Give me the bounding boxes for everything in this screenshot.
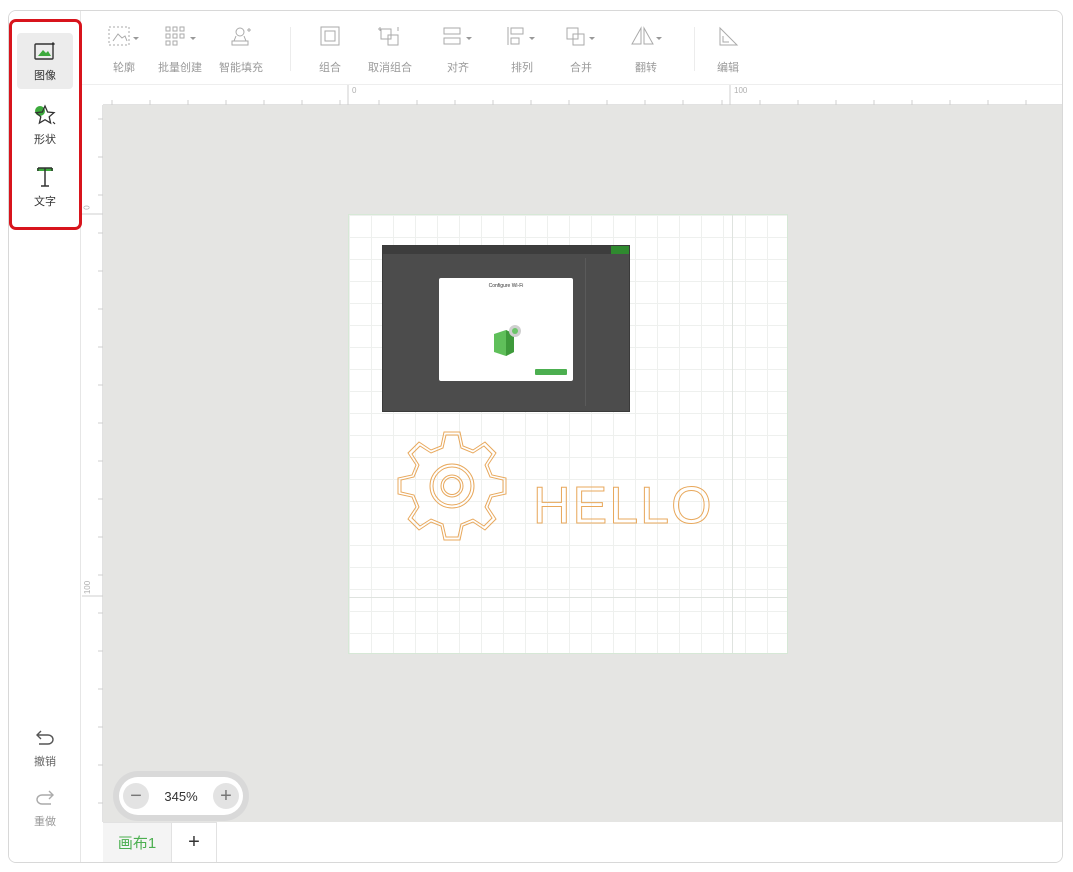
outline-icon xyxy=(108,25,140,49)
image-icon xyxy=(32,39,58,63)
sidebar-tool-image-label: 图像 xyxy=(34,70,56,82)
undo-icon xyxy=(32,725,58,749)
horizontal-ruler: 0 100 xyxy=(103,85,1062,105)
redo-icon xyxy=(32,785,58,809)
zoom-level: 345% xyxy=(164,788,198,804)
toolbar-flip-label: 翻转 xyxy=(635,62,657,74)
embedded-topbar xyxy=(383,246,629,254)
canvas-gear-hello-object[interactable]: HELLO xyxy=(395,429,725,549)
add-canvas-button[interactable]: + xyxy=(171,822,217,862)
toolbar-smart-fill-label: 智能填充 xyxy=(219,62,263,74)
ruler-v-label-0: 0 xyxy=(82,205,92,210)
toolbar-merge-button[interactable]: 合并 xyxy=(565,25,597,75)
top-toolbar: 轮廓 批量创建 智能填充 组合 取消组合 对齐 排列 合并 翻转 编辑 xyxy=(82,11,1062,85)
artboard-guide-horizontal xyxy=(349,597,787,598)
shape-star-icon xyxy=(32,103,58,127)
embedded-dialog: Configure Wi-Fi xyxy=(439,278,573,381)
smart-fill-icon xyxy=(228,25,254,49)
tab-canvas-1[interactable]: 画布1 xyxy=(103,822,171,862)
canvas-workspace[interactable]: Configure Wi-Fi HELLO − 345% + xyxy=(103,105,1062,822)
toolbar-ungroup-label: 取消组合 xyxy=(368,62,412,74)
toolbar-group-label: 组合 xyxy=(319,62,341,74)
text-icon xyxy=(32,165,58,189)
toolbar-divider xyxy=(694,27,695,71)
batch-create-icon xyxy=(163,25,197,49)
ruler-h-label-0: 0 xyxy=(352,86,357,95)
ruler-h-label-100: 100 xyxy=(734,86,748,95)
embedded-dialog-button xyxy=(535,369,567,375)
toolbar-smart-fill-button[interactable]: 智能填充 xyxy=(219,25,263,75)
redo-button[interactable]: 重做 xyxy=(17,779,73,835)
embedded-device-icon xyxy=(494,325,521,356)
toolbar-ungroup-button[interactable]: 取消组合 xyxy=(368,25,412,75)
artboard[interactable]: Configure Wi-Fi HELLO xyxy=(348,214,788,654)
toolbar-align-button[interactable]: 对齐 xyxy=(442,25,474,75)
embedded-side-panel xyxy=(585,258,625,406)
ungroup-icon xyxy=(378,25,402,49)
zoom-control: − 345% + xyxy=(119,777,243,815)
sidebar-tool-text-label: 文字 xyxy=(34,196,56,208)
embedded-dialog-title: Configure Wi-Fi xyxy=(488,283,524,289)
zoom-in-button[interactable]: + xyxy=(213,783,239,809)
app-window: 图像 形状 文字 撤销 重做 轮廓 批量创建 智能填充 组合 取消组合 对齐 排… xyxy=(8,10,1063,863)
undo-button[interactable]: 撤销 xyxy=(17,719,73,775)
arrange-icon xyxy=(506,25,538,49)
zoom-out-button[interactable]: − xyxy=(123,783,149,809)
redo-label: 重做 xyxy=(34,816,56,828)
toolbar-merge-label: 合并 xyxy=(570,62,592,74)
canvas-image-object[interactable]: Configure Wi-Fi xyxy=(382,245,630,412)
edit-icon xyxy=(717,25,739,49)
canvas-tabs: 画布1 + xyxy=(82,822,1062,862)
toolbar-outline-label: 轮廓 xyxy=(113,62,135,74)
toolbar-group-button[interactable]: 组合 xyxy=(318,25,342,75)
canvas-text-hello: HELLO xyxy=(533,477,714,535)
flip-icon xyxy=(629,25,663,49)
toolbar-batch-create-button[interactable]: 批量创建 xyxy=(158,25,202,75)
toolbar-align-label: 对齐 xyxy=(447,62,469,74)
ruler-v-label-100: 100 xyxy=(83,580,93,595)
undo-label: 撤销 xyxy=(34,756,56,768)
toolbar-batch-create-label: 批量创建 xyxy=(158,62,202,74)
merge-icon xyxy=(565,25,597,49)
align-icon xyxy=(442,25,474,49)
vertical-ruler: 0 100 xyxy=(82,105,103,822)
artboard-guide-vertical xyxy=(732,215,733,653)
left-sidebar: 图像 形状 文字 撤销 重做 xyxy=(9,11,82,862)
toolbar-flip-button[interactable]: 翻转 xyxy=(629,25,663,75)
sidebar-tool-text[interactable]: 文字 xyxy=(17,159,73,215)
toolbar-arrange-button[interactable]: 排列 xyxy=(506,25,538,75)
toolbar-edit-label: 编辑 xyxy=(717,62,739,74)
toolbar-outline-button[interactable]: 轮廓 xyxy=(108,25,140,75)
sidebar-tool-shape[interactable]: 形状 xyxy=(17,97,73,153)
embedded-green-button xyxy=(611,246,629,254)
toolbar-divider xyxy=(290,27,291,71)
sidebar-tool-shape-label: 形状 xyxy=(34,134,56,146)
sidebar-tool-image[interactable]: 图像 xyxy=(17,33,73,89)
toolbar-arrange-label: 排列 xyxy=(511,62,533,74)
toolbar-edit-button[interactable]: 编辑 xyxy=(717,25,739,75)
group-icon xyxy=(318,25,342,49)
